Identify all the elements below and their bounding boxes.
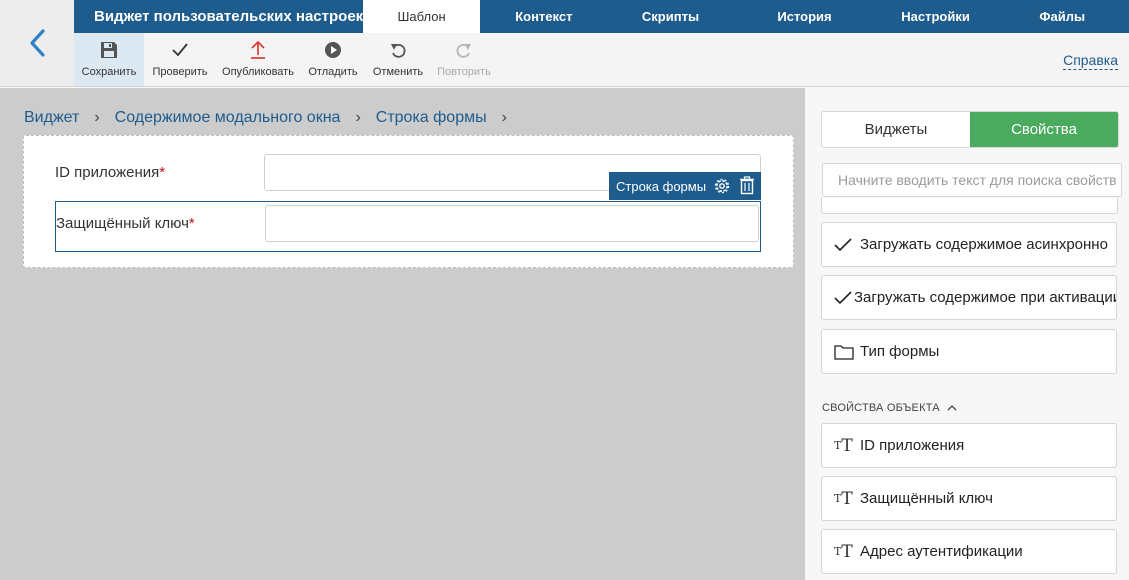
property-label: Адрес аутентификации xyxy=(860,543,1023,560)
property-label: Загружать содержимое при активации xyxy=(854,289,1117,306)
trash-icon[interactable] xyxy=(739,176,755,198)
check-icon xyxy=(834,237,858,252)
redo-label: Повторить xyxy=(437,66,491,78)
editor-toolbar: Сохранить Проверить Опубликовать Отладит… xyxy=(74,33,1129,87)
object-properties-section-title[interactable]: СВОЙСТВА ОБЪЕКТА xyxy=(822,402,958,414)
tab-context[interactable]: Контекст xyxy=(480,0,608,33)
redo-button[interactable]: Повторить xyxy=(434,33,494,86)
publish-button[interactable]: Опубликовать xyxy=(218,33,298,86)
chevron-left-icon xyxy=(30,29,45,57)
check-icon xyxy=(171,40,189,60)
text-type-icon: TT xyxy=(834,488,853,509)
tab-properties[interactable]: Свойства xyxy=(970,112,1118,147)
editor-canvas: Виджет › Содержимое модального окна › Ст… xyxy=(0,88,805,580)
breadcrumb-separator-icon: › xyxy=(94,109,100,126)
panel-tabs: Виджеты Свойства xyxy=(821,111,1119,148)
tab-template[interactable]: Шаблон xyxy=(363,0,481,33)
breadcrumb-separator-icon: › xyxy=(501,109,507,126)
clipped-property-item xyxy=(821,198,1118,214)
check-icon xyxy=(834,290,852,305)
tab-scripts[interactable]: Скрипты xyxy=(608,0,734,33)
undo-label: Отменить xyxy=(372,66,424,78)
tab-settings[interactable]: Настройки xyxy=(876,0,996,33)
publish-label: Опубликовать xyxy=(222,66,294,78)
property-label: ID приложения xyxy=(860,437,965,454)
top-navigation: Виджет пользовательских настроек Шаблон … xyxy=(74,0,1129,33)
play-icon xyxy=(324,40,342,60)
object-property-auth-address[interactable]: TT Адрес аутентификации xyxy=(821,529,1117,574)
property-form-type[interactable]: Тип формы xyxy=(821,329,1117,374)
object-property-secret-key[interactable]: TT Защищённый ключ xyxy=(821,476,1117,521)
object-property-app-id[interactable]: TT ID приложения xyxy=(821,423,1117,468)
form-container[interactable]: ID приложения* Защищённый ключ* Строка ф… xyxy=(23,135,794,268)
breadcrumb-item-widget[interactable]: Виджет xyxy=(24,109,79,127)
check-button[interactable]: Проверить xyxy=(146,33,214,86)
breadcrumb: Виджет › Содержимое модального окна › Ст… xyxy=(24,109,522,127)
required-mark: * xyxy=(159,164,166,181)
form-row-toolbar: Строка формы xyxy=(609,172,761,200)
app-title: Виджет пользовательских настроек xyxy=(94,8,364,25)
property-async-load[interactable]: Загружать содержимое асинхронно xyxy=(821,222,1117,267)
text-type-icon: TT xyxy=(834,435,853,456)
back-button[interactable] xyxy=(0,0,74,87)
redo-icon xyxy=(456,40,472,60)
property-search-input[interactable] xyxy=(822,163,1122,197)
breadcrumb-separator-icon: › xyxy=(355,109,361,126)
breadcrumb-item-form-row[interactable]: Строка формы xyxy=(376,109,487,127)
breadcrumb-item-modal-content[interactable]: Содержимое модального окна xyxy=(115,109,341,127)
form-row-toolbar-label: Строка формы xyxy=(616,178,707,194)
upload-icon xyxy=(249,40,267,60)
text-type-icon: TT xyxy=(834,541,853,562)
save-button[interactable]: Сохранить xyxy=(74,33,144,86)
check-label: Проверить xyxy=(152,66,208,78)
chevron-up-icon xyxy=(947,405,957,411)
secret-key-label: Защищённый ключ* xyxy=(56,215,195,232)
tab-files[interactable]: Файлы xyxy=(995,0,1129,33)
required-mark: * xyxy=(188,215,195,232)
property-label: Тип формы xyxy=(860,343,940,360)
debug-label: Отладить xyxy=(308,66,358,78)
property-load-on-activate[interactable]: Загружать содержимое при активации xyxy=(821,275,1117,320)
section-title-text: СВОЙСТВА ОБЪЕКТА xyxy=(822,402,940,414)
form-row-secret-key[interactable]: Защищённый ключ* xyxy=(55,201,761,252)
save-icon xyxy=(100,40,118,60)
tab-widgets[interactable]: Виджеты xyxy=(822,112,970,147)
folder-icon xyxy=(834,344,858,360)
undo-icon xyxy=(390,40,406,60)
app-id-label: ID приложения* xyxy=(55,164,166,181)
tab-history[interactable]: История xyxy=(733,0,875,33)
secret-key-input[interactable] xyxy=(265,205,759,242)
undo-button[interactable]: Отменить xyxy=(370,33,426,86)
gear-icon[interactable] xyxy=(713,177,731,198)
save-label: Сохранить xyxy=(81,66,137,78)
property-label: Загружать содержимое асинхронно xyxy=(860,236,1108,253)
property-label: Защищённый ключ xyxy=(860,490,993,507)
debug-button[interactable]: Отладить xyxy=(304,33,362,86)
help-link[interactable]: Справка xyxy=(1063,52,1118,70)
properties-panel: Виджеты Свойства Загружать содержимое ас… xyxy=(805,88,1129,580)
